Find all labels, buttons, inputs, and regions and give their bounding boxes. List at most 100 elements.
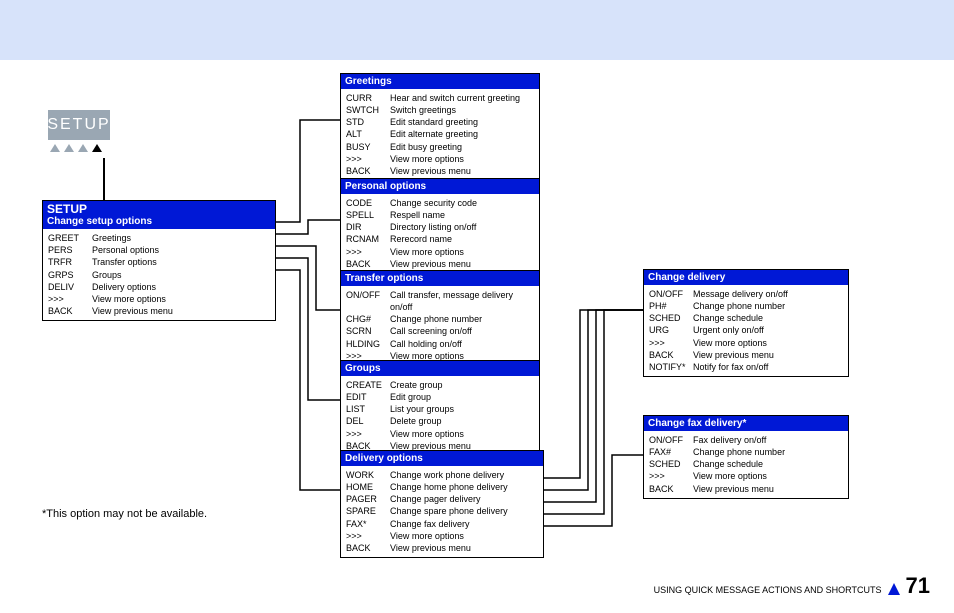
page-footer: USING QUICK MESSAGE ACTIONS AND SHORTCUT… [654, 573, 930, 599]
footer-caption: USING QUICK MESSAGE ACTIONS AND SHORTCUT… [654, 585, 882, 595]
setup-icon-box: SETUP [48, 110, 110, 140]
item-code: >>> [346, 428, 390, 440]
item-description: Personal options [92, 244, 159, 256]
menu-change-fax-delivery: Change fax delivery* ON/OFFFax delivery … [643, 415, 849, 499]
menu-item: BACKView previous menu [48, 305, 270, 317]
item-code: FAX* [346, 518, 390, 530]
menu-item: BUSYEdit busy greeting [346, 141, 534, 153]
item-description: Change phone number [693, 446, 785, 458]
item-code: ALT [346, 128, 390, 140]
menu-item: >>>View more options [649, 470, 843, 482]
menu-item: DIRDirectory listing on/off [346, 221, 534, 233]
item-description: Directory listing on/off [390, 221, 476, 233]
item-description: View previous menu [390, 542, 471, 554]
menu-item: SPELLRespell name [346, 209, 534, 221]
menu-header: Personal options [341, 179, 539, 194]
item-description: View more options [693, 470, 767, 482]
menu-item: EDITEdit group [346, 391, 534, 403]
item-description: Create group [390, 379, 443, 391]
menu-item: CREATECreate group [346, 379, 534, 391]
item-description: Greetings [92, 232, 131, 244]
item-code: BACK [346, 542, 390, 554]
item-code: DEL [346, 415, 390, 427]
item-description: Call transfer, message delivery on/off [390, 289, 534, 313]
menu-item: SCHEDChange schedule [649, 458, 843, 470]
item-code: HLDING [346, 338, 390, 350]
menu-title: Greetings [345, 76, 392, 87]
menu-title: Change delivery [648, 272, 725, 283]
menu-title: Delivery options [345, 453, 423, 464]
menu-item: NOTIFY*Notify for fax on/off [649, 361, 843, 373]
menu-item: TRFRTransfer options [48, 256, 270, 268]
menu-item: >>>View more options [48, 293, 270, 305]
item-description: Edit alternate greeting [390, 128, 478, 140]
menu-item: BACKView previous menu [346, 165, 534, 177]
item-code: BUSY [346, 141, 390, 153]
item-code: FAX# [649, 446, 693, 458]
item-description: Call screening on/off [390, 325, 472, 337]
item-code: BACK [649, 483, 693, 495]
item-description: Hear and switch current greeting [390, 92, 520, 104]
menu-item: STDEdit standard greeting [346, 116, 534, 128]
menu-groups: Groups CREATECreate groupEDITEdit groupL… [340, 360, 540, 456]
item-description: Change security code [390, 197, 477, 209]
menu-item: RCNAMRerecord name [346, 233, 534, 245]
item-description: Edit group [390, 391, 431, 403]
item-description: Change home phone delivery [390, 481, 508, 493]
top-banner [0, 0, 954, 60]
item-code: PH# [649, 300, 693, 312]
menu-item: FAX#Change phone number [649, 446, 843, 458]
menu-title: Change setup options [47, 216, 152, 227]
item-code: RCNAM [346, 233, 390, 245]
menu-title: Groups [345, 363, 381, 374]
menu-item: ALTEdit alternate greeting [346, 128, 534, 140]
item-description: View more options [390, 153, 464, 165]
item-description: Change phone number [390, 313, 482, 325]
setup-icon-label: SETUP [47, 116, 110, 134]
item-description: View previous menu [390, 258, 471, 270]
item-code: GREET [48, 232, 92, 244]
item-code: SPELL [346, 209, 390, 221]
menu-item: DELIVDelivery options [48, 281, 270, 293]
item-code: >>> [346, 153, 390, 165]
menu-header: SETUP Change setup options [43, 201, 275, 229]
menu-item: PERSPersonal options [48, 244, 270, 256]
menu-item: ON/OFFCall transfer, message delivery on… [346, 289, 534, 313]
menu-item: SPAREChange spare phone delivery [346, 505, 538, 517]
menu-body: CREATECreate groupEDITEdit groupLISTList… [341, 376, 539, 455]
page-number: 71 [906, 573, 930, 599]
nav-triangles [50, 144, 102, 152]
item-code: BACK [346, 165, 390, 177]
item-code: LIST [346, 403, 390, 415]
item-description: Respell name [390, 209, 445, 221]
item-code: >>> [48, 293, 92, 305]
item-description: Notify for fax on/off [693, 361, 768, 373]
item-code: SPARE [346, 505, 390, 517]
item-code: TRFR [48, 256, 92, 268]
item-description: Change work phone delivery [390, 469, 504, 481]
triangle-icon [92, 144, 102, 152]
item-description: Change pager delivery [390, 493, 481, 505]
menu-item: GRPSGroups [48, 269, 270, 281]
menu-body: CURRHear and switch current greetingSWTC… [341, 89, 539, 180]
menu-item: ON/OFFFax delivery on/off [649, 434, 843, 446]
item-description: Change phone number [693, 300, 785, 312]
triangle-icon [888, 583, 900, 595]
item-code: >>> [649, 470, 693, 482]
menu-item: >>>View more options [346, 246, 534, 258]
menu-header: Greetings [341, 74, 539, 89]
item-code: >>> [346, 530, 390, 542]
menu-item: >>>View more options [649, 337, 843, 349]
menu-item: SCHEDChange schedule [649, 312, 843, 324]
menu-item: HLDINGCall holding on/off [346, 338, 534, 350]
menu-change-delivery: Change delivery ON/OFFMessage delivery o… [643, 269, 849, 377]
triangle-icon [78, 144, 88, 152]
menu-item: CODEChange security code [346, 197, 534, 209]
item-description: Change schedule [693, 312, 763, 324]
item-code: CREATE [346, 379, 390, 391]
item-description: List your groups [390, 403, 454, 415]
item-code: SCHED [649, 312, 693, 324]
item-code: BACK [48, 305, 92, 317]
footnote-text: *This option may not be available. [42, 508, 207, 520]
menu-title: Transfer options [345, 273, 423, 284]
